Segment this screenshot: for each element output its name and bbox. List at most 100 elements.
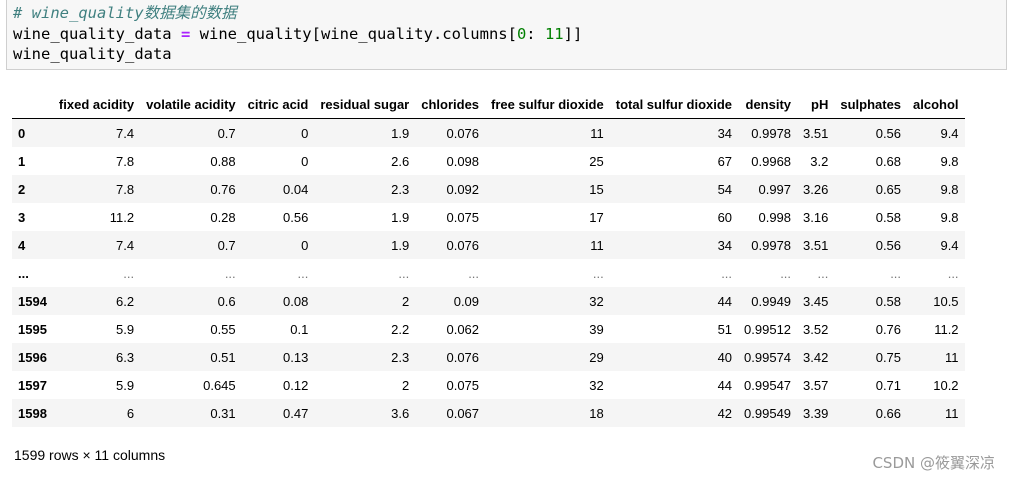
table-cell: 2 <box>402 293 410 309</box>
table-row: 1595 5.9 0.55 0.1 2.2 0.062 39 51 0.99512 3.52 0.7… <box>12 315 965 343</box>
table-cell: 0.76 <box>875 321 902 337</box>
table-cell: 9.8 <box>940 209 959 225</box>
table-header: fixed acidity volatile acidity citric acid… <box>12 90 965 119</box>
table-cell: 0.99549 <box>744 405 792 421</box>
code-token: wine_quality[wine_quality.columns[ <box>190 25 517 43</box>
code-cell[interactable]: # wine_quality数据集的数据 wine_quality_data =… <box>6 0 1007 70</box>
code-comment: # wine_quality数据集的数据 <box>13 4 237 22</box>
header-row: fixed acidity volatile acidity citric acid… <box>12 90 965 119</box>
code-token: wine_quality_data <box>13 25 181 43</box>
row-index: 1594 <box>18 293 47 309</box>
column-header: total sulfur dioxide <box>609 90 739 119</box>
table-cell: 0.66 <box>875 405 902 421</box>
table-cell: 0.56 <box>875 237 902 253</box>
column-header: volatile acidity <box>140 90 242 119</box>
row-index: 1597 <box>18 377 47 393</box>
column-header: alcohol <box>907 90 965 119</box>
table-cell: 3.45 <box>803 293 829 309</box>
table-cell: 0.08 <box>283 293 309 309</box>
table-cell: ... <box>721 265 733 281</box>
column-header: citric acid <box>241 90 315 119</box>
table-cell: 0.12 <box>283 377 309 393</box>
code-operator: = <box>180 25 191 43</box>
table-cell: 0.55 <box>210 321 236 337</box>
dataframe-table: fixed acidity volatile acidity citric acid… <box>12 90 965 427</box>
table-cell: 5.9 <box>115 377 135 393</box>
table-cell: 0.7 <box>217 237 236 253</box>
column-header: density <box>738 90 798 119</box>
table-cell: 54 <box>717 181 733 197</box>
watermark: CSDN @筱翼深凉 <box>872 454 995 472</box>
table-cell: 0.65 <box>875 181 902 197</box>
table-cell: 11 <box>590 125 604 141</box>
table-cell: 0.99574 <box>744 349 792 365</box>
table-cell: 0.645 <box>203 377 236 393</box>
table-cell: 0.998 <box>758 209 792 225</box>
table-cell: 0.71 <box>875 377 902 393</box>
column-header: chlorides <box>415 90 486 119</box>
column-header: residual sugar <box>314 90 416 119</box>
table-cell: 0.51 <box>210 349 236 365</box>
table-cell: 7.8 <box>115 181 135 197</box>
table-cell: 0.88 <box>210 153 236 169</box>
dataframe-shape: 1599 rows × 11 columns <box>14 447 166 463</box>
table-cell: 3.57 <box>803 377 829 393</box>
table-cell: 0.68 <box>875 153 902 169</box>
table-cell: 0.28 <box>210 209 236 225</box>
table-cell: 0.9978 <box>751 125 792 141</box>
table-cell: 2 <box>402 377 410 393</box>
table-cell: ... <box>297 265 309 281</box>
table-cell: 0 <box>301 237 309 253</box>
table-cell: 51 <box>717 321 733 337</box>
table-row: 1596 6.3 0.51 0.13 2.3 0.076 29 40 0.99574 3.42 0.… <box>12 343 965 371</box>
table-cell: 0.076 <box>446 237 480 253</box>
table-row: 4 7.4 0.7 0 1.9 0.076 11 34 0.9978 3.51 0.56 9.4 <box>12 231 965 259</box>
table-cell: 0.04 <box>283 181 309 197</box>
code-number: 0 <box>516 25 527 43</box>
index-header <box>12 90 53 119</box>
code-token: : <box>526 25 545 43</box>
table-cell: 2.3 <box>391 349 410 365</box>
table-cell: 6.3 <box>115 349 135 365</box>
table-cell: 10.2 <box>933 377 959 393</box>
table-cell: ... <box>468 265 480 281</box>
table-cell: 17 <box>589 209 604 225</box>
table-cell: 11.2 <box>934 321 959 337</box>
table-cell: 29 <box>589 349 604 365</box>
table-cell: 0.1 <box>290 321 309 337</box>
table-row: 1598 6 0.31 0.47 3.6 0.067 18 42 0.99549 3.39 0.66… <box>12 399 965 427</box>
table-cell: 7.4 <box>115 237 135 253</box>
table-cell: 44 <box>717 293 733 309</box>
table-cell: 0.99512 <box>744 321 792 337</box>
table-cell: 0.9978 <box>751 237 792 253</box>
table-cell: 3.52 <box>803 321 829 337</box>
table-cell: 42 <box>717 405 733 421</box>
table-cell: 0.47 <box>283 405 309 421</box>
table-cell: 0.098 <box>446 153 480 169</box>
table-row: 2 7.8 0.76 0.04 2.3 0.092 15 54 0.997 3.26 0.65 9.8 <box>12 175 965 203</box>
row-index: 1 <box>18 153 26 169</box>
table-cell: 11 <box>945 405 959 421</box>
table-cell: 67 <box>717 153 733 169</box>
table-cell: 0.076 <box>446 125 480 141</box>
table-cell: 34 <box>717 237 733 253</box>
table-cell: 2.2 <box>391 321 410 337</box>
code-token: ]] <box>563 25 583 43</box>
row-index: 1596 <box>18 349 47 365</box>
table-cell: 9.4 <box>940 237 959 253</box>
table-cell: 7.8 <box>115 153 135 169</box>
table-cell: 0.9949 <box>751 293 792 309</box>
table-cell: 0.13 <box>283 349 309 365</box>
table-cell: 0.076 <box>446 349 480 365</box>
table-cell: 3.2 <box>810 153 829 169</box>
table-cell: 9.8 <box>940 181 959 197</box>
table-cell: 18 <box>589 405 604 421</box>
table-cell: 39 <box>589 321 604 337</box>
table-cell: 0.58 <box>875 293 902 309</box>
table-cell: ... <box>123 265 135 281</box>
table-cell: 11 <box>590 237 604 253</box>
table-cell: ... <box>224 265 236 281</box>
table-cell: 10.5 <box>933 293 959 309</box>
table-cell: 2.6 <box>391 153 410 169</box>
table-cell: 9.8 <box>940 153 959 169</box>
